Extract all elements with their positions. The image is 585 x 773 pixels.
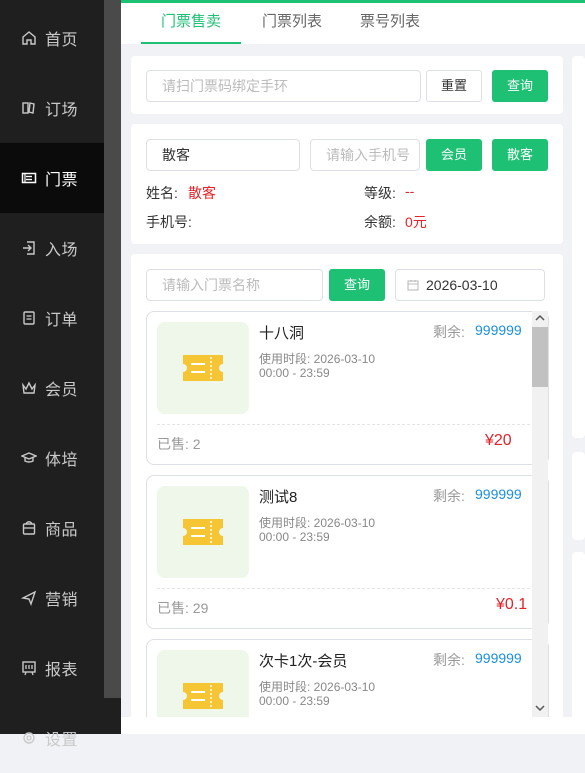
ticket-icon <box>183 355 223 381</box>
sold-count: 已售: 29 <box>157 600 209 616</box>
level-value: -- <box>405 183 415 199</box>
sidebar-item-label: 报表 <box>45 662 79 679</box>
scrollbar-thumb[interactable] <box>532 327 548 387</box>
sidebar-scrollbar[interactable] <box>104 0 121 734</box>
calendar-icon <box>407 280 419 291</box>
ticket-price: ¥20 <box>485 432 512 449</box>
ticket-icon <box>21 172 37 184</box>
goods-icon <box>22 521 36 535</box>
side-panel <box>572 56 585 438</box>
book-icon <box>22 102 35 114</box>
name-label: 姓名: <box>146 185 178 201</box>
remain-label: 剩余: <box>433 652 465 668</box>
sidebar-item-label: 营销 <box>45 592 79 609</box>
member-button[interactable]: 会员 <box>426 139 482 171</box>
sidebar-item-entry[interactable]: 入场 <box>0 213 104 283</box>
side-panel <box>572 452 585 540</box>
date-value: 2026-03-10 <box>426 277 498 293</box>
divider <box>157 424 540 425</box>
ticket-period: 使用时段: 2026-03-10 <box>259 352 376 366</box>
remain-value: 999999 <box>475 650 522 666</box>
sidebar-item-label: 体培 <box>45 452 79 469</box>
divider <box>157 588 540 589</box>
side-panel <box>572 552 585 734</box>
ticket-price: ¥0.1 <box>496 596 528 613</box>
name-value: 散客 <box>188 185 216 201</box>
sidebar-item-settings[interactable]: 设置 <box>0 703 104 773</box>
ticket-thumbnail <box>157 486 249 578</box>
ticket-icon <box>183 683 223 709</box>
ticket-time: 00:00 - 23:59 <box>259 530 330 544</box>
ticket-icon <box>183 519 223 545</box>
phone-label: 手机号: <box>146 214 192 230</box>
ticket-name-input[interactable]: 请输入门票名称 <box>146 269 323 301</box>
sidebar-item-label: 会员 <box>45 382 79 399</box>
tab-ticket-sales[interactable]: 门票售卖 <box>141 3 241 44</box>
sidebar-item-goods[interactable]: 商品 <box>0 493 104 563</box>
sidebar-item-marketing[interactable]: 营销 <box>0 563 104 633</box>
ticket-item[interactable]: 十八洞 剩余: 999999 使用时段: 2026-03-10 00:00 - … <box>146 311 549 465</box>
ticket-query-button[interactable]: 查询 <box>329 269 385 301</box>
sidebar-item-label: 订单 <box>45 312 79 329</box>
order-icon <box>23 311 35 325</box>
sidebar-item-booking[interactable]: 订场 <box>0 73 104 143</box>
report-icon <box>22 661 36 676</box>
balance-label: 余额: <box>364 214 396 230</box>
balance-value: 0元 <box>405 214 427 230</box>
ticket-time: 00:00 - 23:59 <box>259 366 330 380</box>
ticket-time: 00:00 - 23:59 <box>259 694 330 708</box>
reset-button[interactable]: 重置 <box>426 70 482 102</box>
scan-input[interactable]: 请扫门票码绑定手环 <box>146 70 421 102</box>
remain-label: 剩余: <box>433 324 465 340</box>
level-label: 等级: <box>364 185 396 201</box>
tab-bar: 门票售卖 门票列表 票号列表 <box>121 0 585 44</box>
ticket-period: 使用时段: 2026-03-10 <box>259 680 376 694</box>
ticket-period: 使用时段: 2026-03-10 <box>259 516 376 530</box>
sold-count: 已售: 2 <box>157 436 201 452</box>
walkin-button[interactable]: 散客 <box>492 139 548 171</box>
customer-type-select[interactable]: 散客 <box>146 139 300 171</box>
remain-value: 999999 <box>475 322 522 338</box>
date-picker[interactable]: 2026-03-10 <box>395 269 545 301</box>
ticket-name: 次卡1次-会员 <box>259 653 348 670</box>
sidebar-item-reports[interactable]: 报表 <box>0 633 104 703</box>
sidebar-item-orders[interactable]: 订单 <box>0 283 104 353</box>
home-icon <box>22 31 36 45</box>
bottom-strip <box>121 717 585 734</box>
enter-icon <box>23 241 35 255</box>
ticket-item[interactable]: 测试8 剩余: 999999 使用时段: 2026-03-10 00:00 - … <box>146 475 549 629</box>
ticket-name: 十八洞 <box>259 325 305 342</box>
sidebar: 首页 订场 门票 入场 订单 会员 体培 商品 营销 报表 设置 <box>0 0 104 749</box>
scan-query-button[interactable]: 查询 <box>492 70 548 102</box>
scroll-up-icon[interactable] <box>535 314 545 322</box>
remain-value: 999999 <box>475 486 522 502</box>
scroll-down-icon[interactable] <box>535 704 545 712</box>
sidebar-item-label: 商品 <box>45 522 79 539</box>
sidebar-item-tickets[interactable]: 门票 <box>0 143 104 213</box>
sidebar-item-label: 设置 <box>45 732 79 749</box>
send-icon <box>21 590 37 606</box>
graduation-icon <box>21 452 37 463</box>
sidebar-item-label: 入场 <box>45 242 79 259</box>
tab-ticket-number-list[interactable]: 票号列表 <box>340 3 440 44</box>
tab-ticket-list[interactable]: 门票列表 <box>242 3 342 44</box>
ticket-name: 测试8 <box>259 489 298 506</box>
sidebar-item-training[interactable]: 体培 <box>0 423 104 493</box>
sidebar-item-label: 首页 <box>45 32 79 49</box>
settings-icon <box>23 732 35 744</box>
sidebar-item-label: 订场 <box>45 102 79 119</box>
crown-icon <box>21 381 37 394</box>
sidebar-item-home[interactable]: 首页 <box>0 3 104 73</box>
sidebar-item-label: 门票 <box>45 172 79 189</box>
sidebar-item-members[interactable]: 会员 <box>0 353 104 423</box>
remain-label: 剩余: <box>433 488 465 504</box>
ticket-thumbnail <box>157 322 249 414</box>
phone-input[interactable]: 请输入手机号 <box>310 139 420 171</box>
